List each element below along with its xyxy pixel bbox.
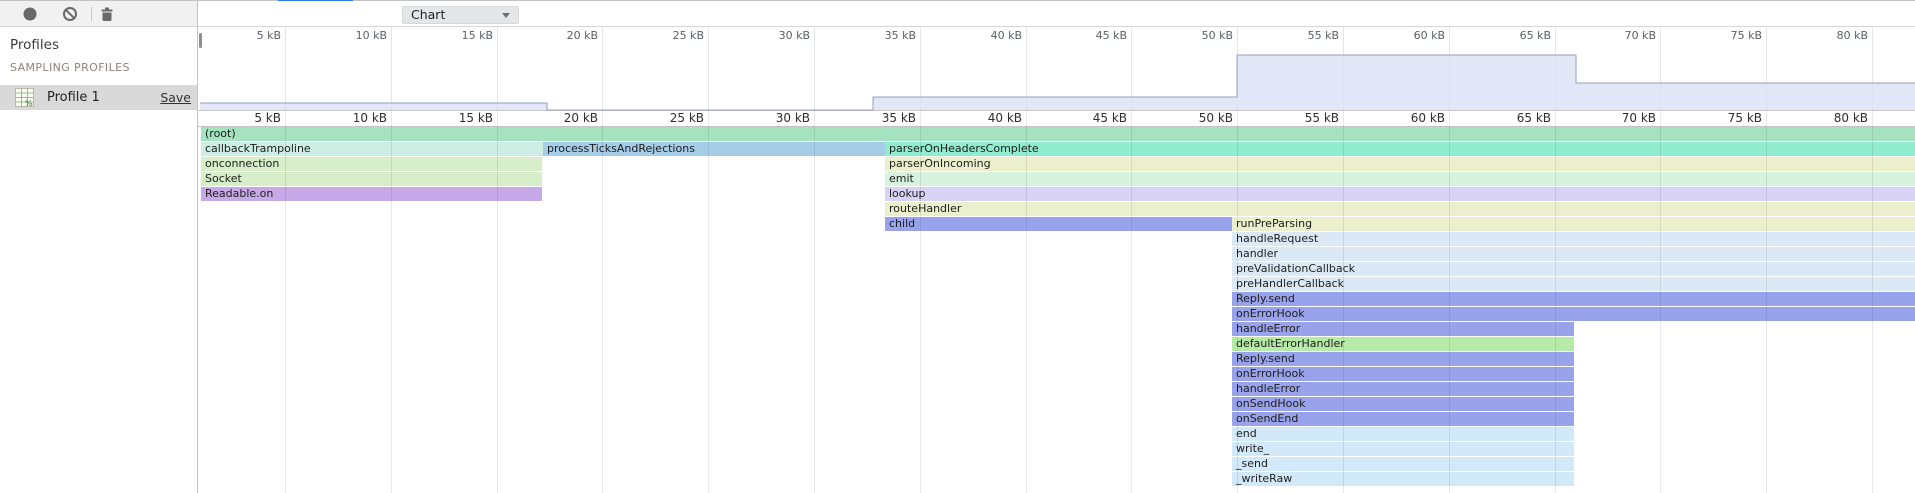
flame-bar[interactable]: handler [1232,247,1915,261]
flame-bar[interactable]: _send [1232,457,1574,471]
profile-item[interactable]: % Profile 1 Save [0,85,197,110]
flame-bar[interactable]: end [1232,427,1574,441]
gridline [920,27,921,110]
gridline [1872,27,1873,110]
gridline [920,110,921,493]
gridline [1131,27,1132,110]
view-mode-select-value: Chart [411,7,445,22]
flame-bar[interactable]: defaultErrorHandler [1232,337,1574,351]
profile-name: Profile 1 [47,85,100,110]
flame-bar[interactable]: (root) [201,127,1915,141]
flame-bar[interactable]: lookup [885,187,1915,201]
overview-bottom-border [198,110,1915,111]
gridline [602,27,603,110]
gridline [1343,110,1344,493]
gridline [1237,110,1238,493]
flame-bar[interactable]: processTicksAndRejections [543,142,885,156]
flame-bar[interactable]: routeHandler [885,202,1915,216]
flame-bar[interactable]: emit [885,172,1915,186]
flame-bar[interactable]: onSendEnd [1232,412,1574,426]
gridline [708,110,709,493]
view-toolbar: Chart [198,1,1915,27]
gridline [708,27,709,110]
view-mode-select[interactable]: Chart [402,6,519,24]
flame-bar[interactable]: runPreParsing [1232,217,1915,231]
toolbar-separator [91,7,92,21]
flame-bar[interactable]: onErrorHook [1232,307,1915,321]
trash-icon [98,5,116,23]
gridline [1766,110,1767,493]
flame-bar[interactable]: Socket [201,172,542,186]
gridline [285,27,286,110]
gridline [1237,27,1238,110]
flame-bar[interactable]: parserOnHeadersComplete [885,142,1915,156]
flame-bar[interactable]: Reply.send [1232,292,1915,306]
sampling-profiles-heading: SAMPLING PROFILES [10,61,130,74]
gridline [1660,110,1661,493]
gridline [391,27,392,110]
save-profile-link[interactable]: Save [160,85,191,110]
flame-bar[interactable]: handleError [1232,322,1574,336]
flame-bar[interactable]: child [885,217,1232,231]
gridline [1872,110,1873,493]
memory-profiler-panel: Chart Profiles SAMPLING PROFILES % Profi… [0,0,1915,493]
gridline [285,110,286,493]
gridline [391,110,392,493]
gridline [497,27,498,110]
flame-bar[interactable]: preValidationCallback [1232,262,1915,276]
sidebar-title: Profiles [10,37,59,53]
gridline [1026,27,1027,110]
flame-bar[interactable]: write_ [1232,442,1574,456]
profiler-toolbar [0,1,197,27]
gridline [814,27,815,110]
gridline [602,110,603,493]
clear-all-button[interactable] [58,3,82,25]
record-button[interactable] [18,3,42,25]
heap-profile-icon: % [15,88,34,111]
flame-bar[interactable]: _writeRaw [1232,472,1574,486]
flame-bar[interactable]: onSendHook [1232,397,1574,411]
gridline [1555,27,1556,110]
flame-bar[interactable]: callbackTrampoline [201,142,543,156]
gridline [1343,27,1344,110]
block-icon [61,5,79,23]
gridline [497,110,498,493]
flame-bar[interactable]: handleRequest [1232,232,1915,246]
record-icon [21,5,39,23]
svg-text:%: % [25,99,33,107]
gridline [1766,27,1767,110]
gridline [1449,110,1450,493]
flame-bar[interactable]: preHandlerCallback [1232,277,1915,291]
flame-bar[interactable]: onErrorHook [1232,367,1574,381]
gridline [814,110,815,493]
gridline [1555,110,1556,493]
chevron-down-icon [502,13,510,18]
flame-bar[interactable]: Readable.on [201,187,542,201]
flame-bar[interactable]: parserOnIncoming [885,157,1915,171]
gridline [1449,27,1450,110]
flame-bar[interactable]: onconnection [201,157,542,171]
gridline [1660,27,1661,110]
gridline [1131,110,1132,493]
flame-bar[interactable]: Reply.send [1232,352,1574,366]
delete-profile-button[interactable] [95,3,119,25]
flame-bar[interactable]: handleError [1232,382,1574,396]
profiles-sidebar: Profiles SAMPLING PROFILES % Profile 1 S… [0,27,197,493]
overview-scrollbar-thumb[interactable] [199,33,202,48]
gridline [1026,110,1027,493]
